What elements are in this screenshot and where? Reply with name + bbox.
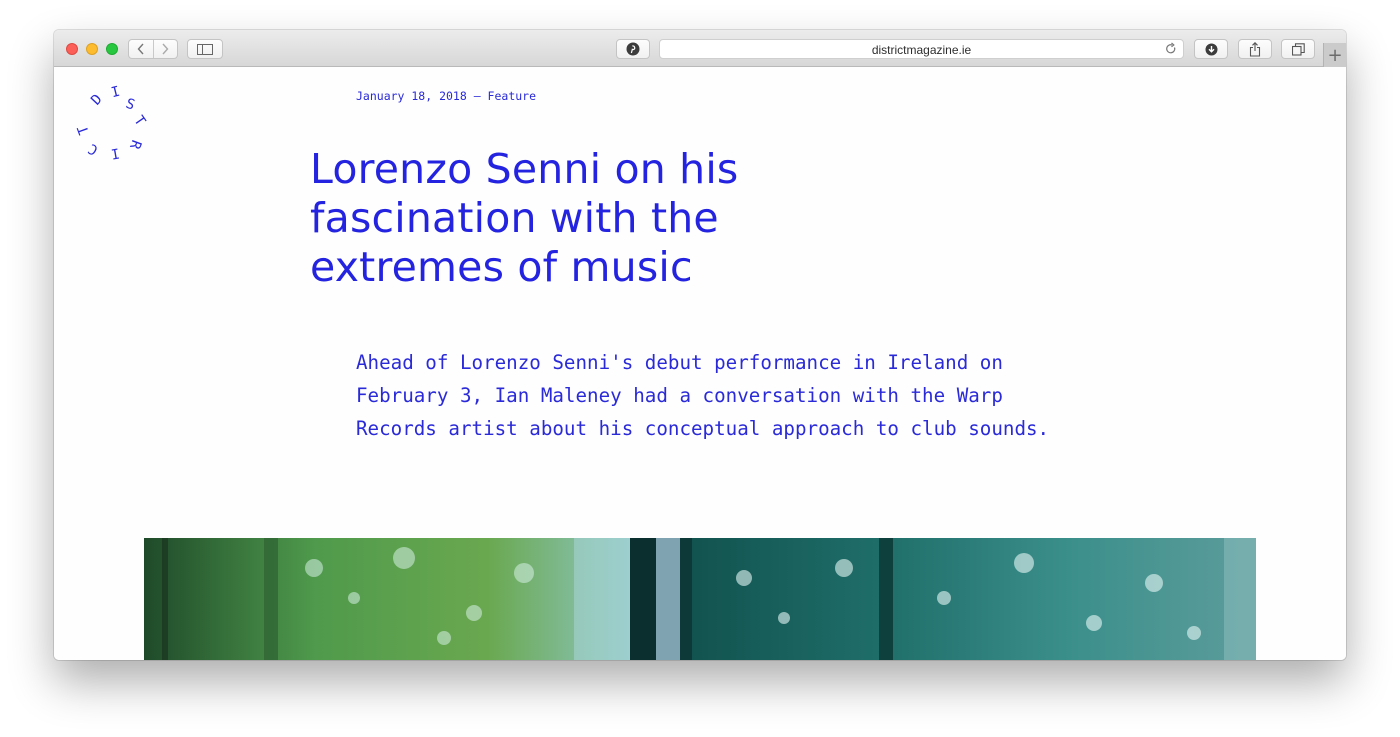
page-content: D I S T R I C T January 18, 2018 — Featu… [54, 67, 1346, 660]
svg-text:D: D [88, 91, 105, 108]
svg-text:T: T [130, 113, 148, 130]
share-button[interactable] [1238, 39, 1272, 59]
district-logo[interactable]: D I S T R I C T [68, 81, 158, 171]
svg-text:I: I [110, 144, 121, 161]
share-icon [1249, 41, 1261, 57]
svg-text:I: I [110, 84, 122, 102]
url-text: districtmagazine.ie [871, 43, 972, 57]
article-lede: Ahead of Lorenzo Senni's debut performan… [356, 351, 1050, 440]
plus-icon: + [1327, 44, 1343, 66]
show-all-tabs-button[interactable] [1281, 39, 1315, 59]
minimize-window-button[interactable] [86, 43, 98, 55]
reload-button[interactable] [1165, 42, 1177, 60]
chevron-right-icon [162, 43, 169, 55]
hero-image [144, 538, 1256, 660]
close-window-button[interactable] [66, 43, 78, 55]
article-meta[interactable]: January 18, 2018 — Feature [356, 89, 536, 103]
new-tab-button[interactable]: + [1323, 43, 1346, 67]
browser-toolbar: districtmagazine.ie + [54, 30, 1346, 67]
downloads-button[interactable] [1194, 39, 1228, 59]
article-title: Lorenzo Senni on his fascination with th… [310, 145, 739, 291]
address-bar[interactable]: districtmagazine.ie [659, 39, 1184, 59]
svg-text:T: T [75, 123, 93, 137]
download-icon [1205, 43, 1217, 55]
svg-text:C: C [86, 140, 101, 158]
zoom-window-button[interactable] [106, 43, 118, 55]
tabs-overview-icon [1291, 42, 1305, 56]
svg-text:S: S [123, 96, 136, 114]
chevron-left-icon [137, 43, 144, 55]
pinterest-button[interactable] [616, 39, 650, 59]
forward-button[interactable] [152, 40, 178, 58]
back-button[interactable] [129, 40, 153, 58]
browser-window: districtmagazine.ie + D I S T R I C T Ja… [54, 30, 1346, 660]
sidebar-toggle-button[interactable] [187, 39, 223, 59]
pinterest-icon [626, 42, 640, 56]
sidebar-icon [197, 43, 213, 55]
reload-icon [1166, 42, 1176, 54]
svg-text:R: R [126, 138, 144, 152]
navigation-buttons [128, 39, 178, 59]
